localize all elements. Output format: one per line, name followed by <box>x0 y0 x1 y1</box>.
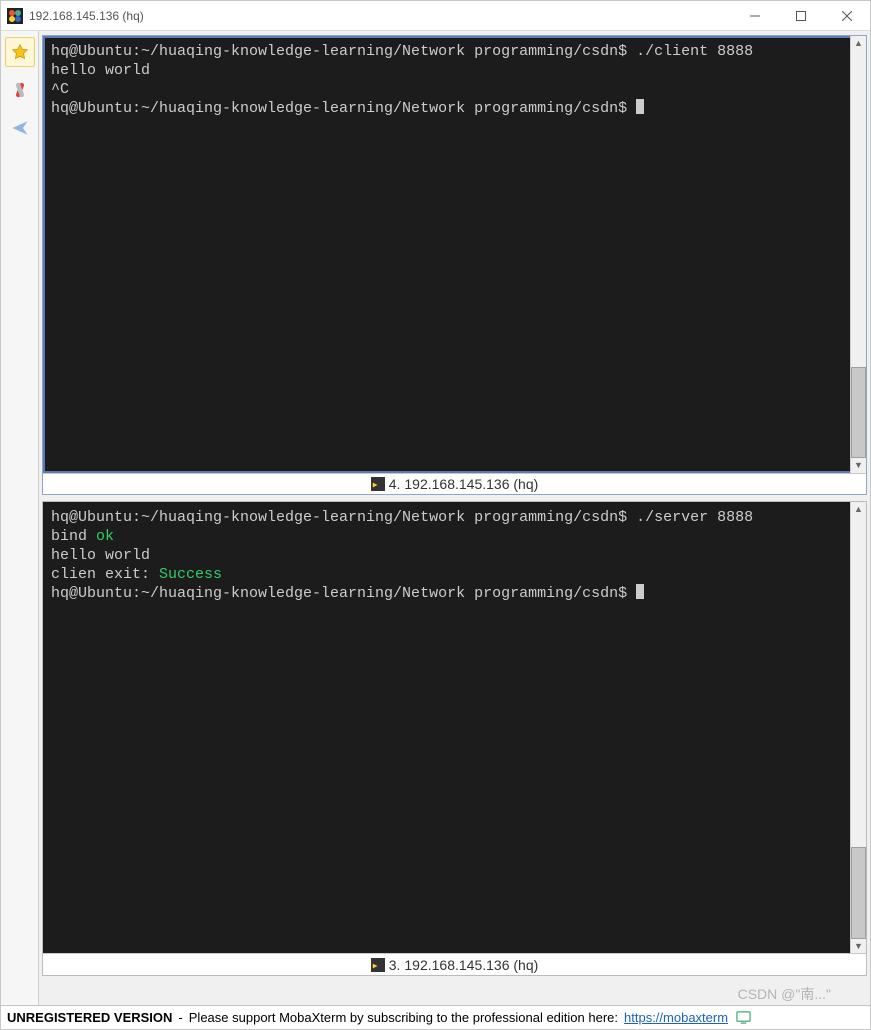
sidebar-tools-button[interactable] <box>5 75 35 105</box>
terminal-bottom[interactable]: hq@Ubuntu:~/huaqing-knowledge-learning/N… <box>43 502 850 953</box>
output-line: ^C <box>51 81 69 98</box>
monitor-icon <box>736 1010 751 1025</box>
statusbar: UNREGISTERED VERSION - Please support Mo… <box>1 1005 870 1029</box>
cursor <box>636 99 644 114</box>
pane-tab-top[interactable]: ▸ 4. 192.168.145.136 (hq) <box>43 473 866 494</box>
path: :~/huaqing-knowledge-learning/Network pr… <box>132 100 636 117</box>
terminal-pane-bottom: hq@Ubuntu:~/huaqing-knowledge-learning/N… <box>42 501 867 976</box>
sidebar <box>1 31 39 1005</box>
close-button[interactable] <box>824 1 870 31</box>
pane-number: 4. <box>389 476 401 492</box>
pane-tab-bottom[interactable]: ▸ 3. 192.168.145.136 (hq) <box>43 953 866 975</box>
scroll-thumb[interactable] <box>851 847 866 939</box>
scroll-down-icon[interactable]: ▼ <box>851 458 866 473</box>
star-icon <box>11 43 29 61</box>
prompt: hq@Ubuntu <box>51 100 132 117</box>
status-unregistered: UNREGISTERED VERSION <box>7 1010 172 1025</box>
path: :~/huaqing-knowledge-learning/Network pr… <box>132 43 636 60</box>
send-icon <box>11 119 29 137</box>
tool-icon <box>11 81 29 99</box>
scroll-down-icon[interactable]: ▼ <box>851 939 866 954</box>
cursor <box>636 584 644 599</box>
command: ./client 8888 <box>636 43 753 60</box>
output-success: ok <box>96 528 114 545</box>
sidebar-send-button[interactable] <box>5 113 35 143</box>
scroll-up-icon[interactable]: ▲ <box>851 36 866 51</box>
path: :~/huaqing-knowledge-learning/Network pr… <box>132 509 636 526</box>
pane-title-text: 192.168.145.136 (hq) <box>404 476 538 492</box>
window-title: 192.168.145.136 (hq) <box>29 9 144 23</box>
status-message: Please support MobaXterm by subscribing … <box>189 1010 618 1025</box>
svg-text:▸: ▸ <box>372 479 377 490</box>
output-line: clien exit: <box>51 566 159 583</box>
scroll-thumb[interactable] <box>851 367 866 458</box>
maximize-button[interactable] <box>778 1 824 31</box>
sidebar-star-button[interactable] <box>5 37 35 67</box>
output-line: hello world <box>51 62 150 79</box>
terminal-icon: ▸ <box>371 477 385 491</box>
status-link[interactable]: https://mobaxterm <box>624 1010 728 1025</box>
svg-text:▸: ▸ <box>372 960 377 971</box>
prompt: hq@Ubuntu <box>51 509 132 526</box>
prompt: hq@Ubuntu <box>51 43 132 60</box>
scrollbar[interactable]: ▲ ▼ <box>850 502 866 953</box>
scroll-up-icon[interactable]: ▲ <box>851 502 866 517</box>
output-line: bind <box>51 528 96 545</box>
terminal-icon: ▸ <box>371 958 385 972</box>
prompt: hq@Ubuntu <box>51 585 132 602</box>
path: :~/huaqing-knowledge-learning/Network pr… <box>132 585 636 602</box>
status-corner-icons <box>736 1010 751 1025</box>
terminal-pane-top: hq@Ubuntu:~/huaqing-knowledge-learning/N… <box>42 35 867 495</box>
command: ./server 8888 <box>636 509 753 526</box>
scrollbar[interactable]: ▲ ▼ <box>850 36 866 473</box>
titlebar: 192.168.145.136 (hq) <box>1 1 870 31</box>
pane-number: 3. <box>389 957 401 973</box>
minimize-button[interactable] <box>732 1 778 31</box>
status-sep: - <box>178 1010 182 1025</box>
output-line: hello world <box>51 547 150 564</box>
terminal-top[interactable]: hq@Ubuntu:~/huaqing-knowledge-learning/N… <box>43 36 850 473</box>
pane-title-text: 192.168.145.136 (hq) <box>404 957 538 973</box>
output-success: Success <box>159 566 222 583</box>
app-icon <box>7 8 23 24</box>
